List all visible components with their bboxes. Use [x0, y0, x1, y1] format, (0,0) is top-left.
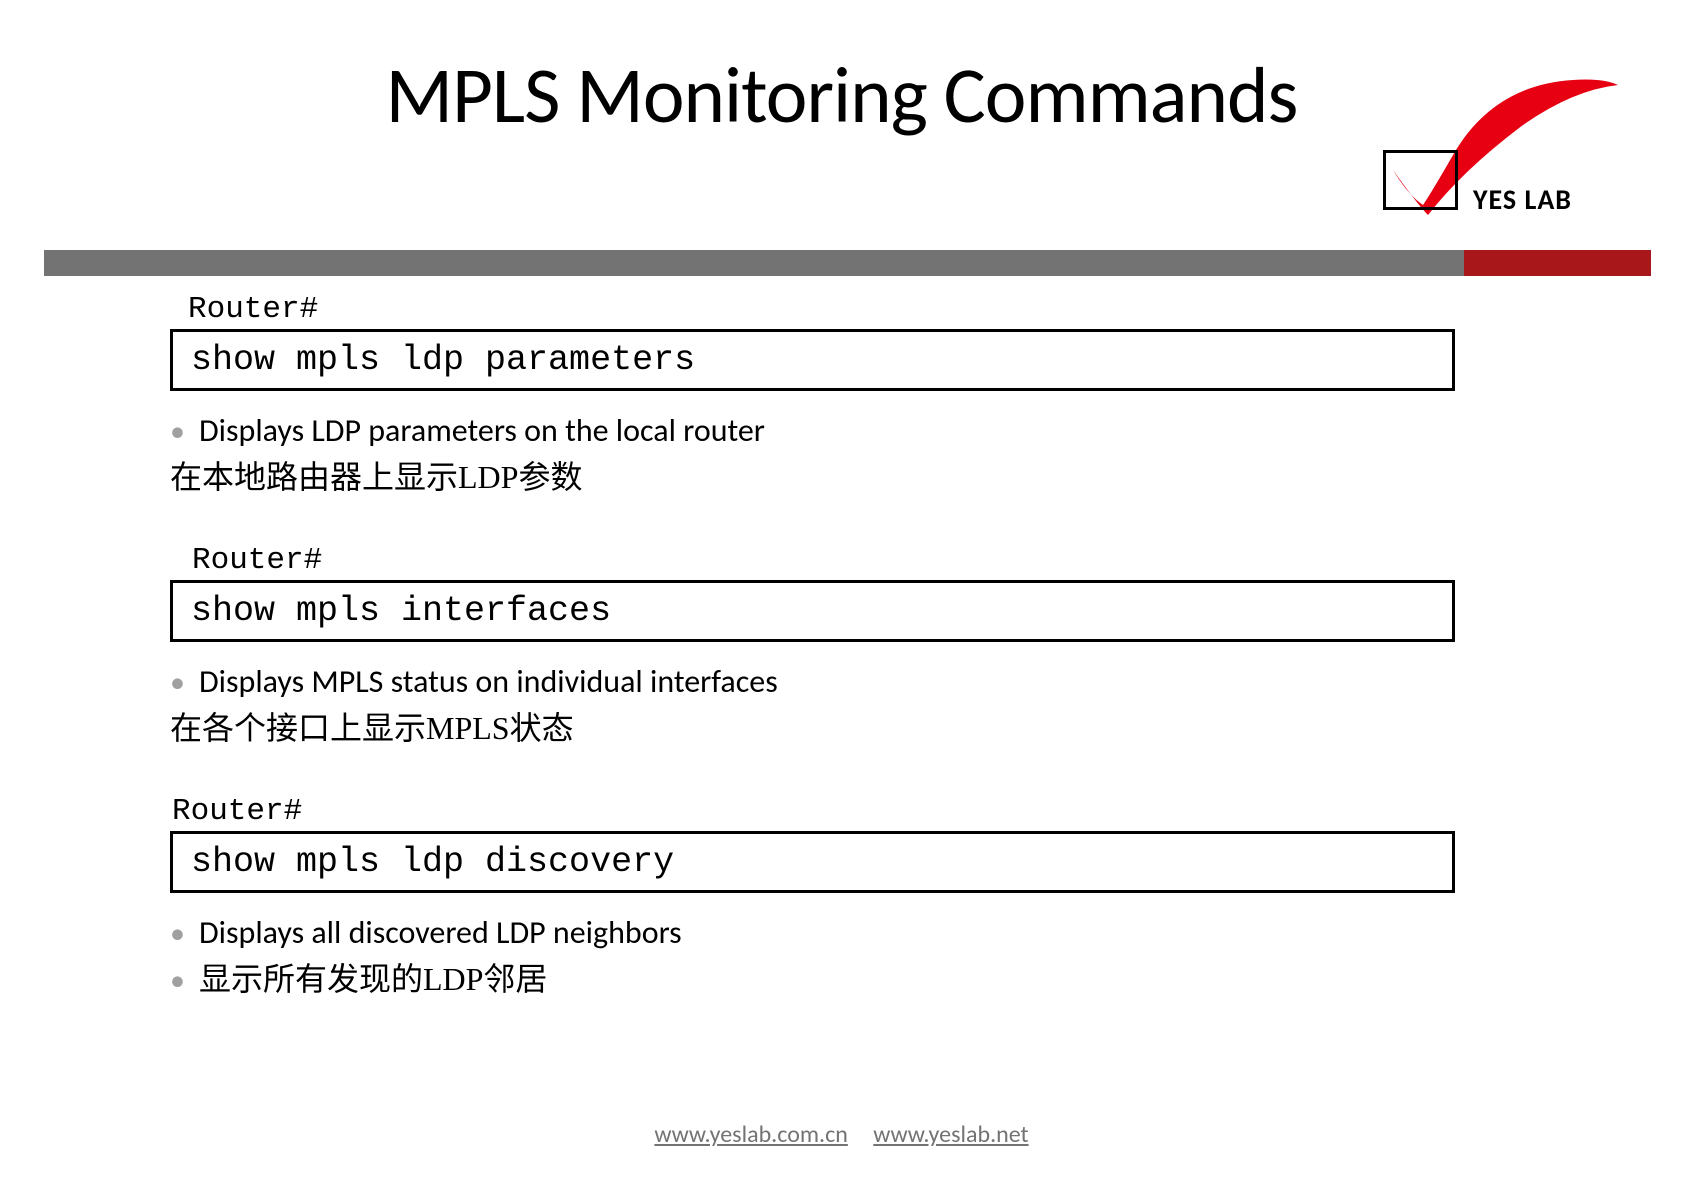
footer-link-1[interactable]: www.yeslab.com.cn — [654, 1120, 847, 1149]
bullet-text-cn: 显示所有发现的LDP邻居 — [199, 954, 547, 1000]
bullet-item: • 显示所有发现的LDP邻居 — [170, 954, 1500, 1000]
bullet-item: • Displays LDP parameters on the local r… — [170, 411, 1500, 450]
command-box: show mpls ldp discovery — [170, 831, 1455, 893]
divider-bar-gray — [44, 250, 1464, 276]
description-cn: 在本地路由器上显示LDP参数 — [170, 452, 1500, 498]
command-section-3: Router# show mpls ldp discovery • Displa… — [170, 794, 1500, 1000]
command-section-2: Router# show mpls interfaces • Displays … — [170, 543, 1500, 749]
divider-bar-red — [1464, 250, 1651, 276]
command-box: show mpls ldp parameters — [170, 329, 1455, 391]
logo: YES LAB — [1373, 75, 1653, 225]
footer-link-2[interactable]: www.yeslab.net — [873, 1120, 1028, 1149]
bullet-text: Displays MPLS status on individual inter… — [199, 662, 778, 701]
bullet-text: Displays all discovered LDP neighbors — [199, 913, 682, 952]
logo-text: YES LAB — [1473, 182, 1572, 217]
bullet-icon: • — [170, 664, 185, 701]
command-box: show mpls interfaces — [170, 580, 1455, 642]
bullet-text: Displays LDP parameters on the local rou… — [199, 411, 765, 450]
logo-box-icon — [1383, 150, 1458, 210]
bullet-icon: • — [170, 413, 185, 450]
description-cn: 在各个接口上显示MPLS状态 — [170, 703, 1500, 749]
bullet-icon: • — [170, 962, 185, 999]
bullet-item: • Displays MPLS status on individual int… — [170, 662, 1500, 701]
bullet-item: • Displays all discovered LDP neighbors — [170, 913, 1500, 952]
router-prompt: Router# — [172, 794, 1500, 829]
footer-links: www.yeslab.com.cn www.yeslab.net — [0, 1120, 1683, 1149]
router-prompt: Router# — [192, 543, 1500, 578]
command-section-1: Router# show mpls ldp parameters • Displ… — [170, 292, 1500, 498]
bullet-icon: • — [170, 915, 185, 952]
router-prompt: Router# — [188, 292, 1500, 327]
content-area: Router# show mpls ldp parameters • Displ… — [170, 292, 1500, 1002]
